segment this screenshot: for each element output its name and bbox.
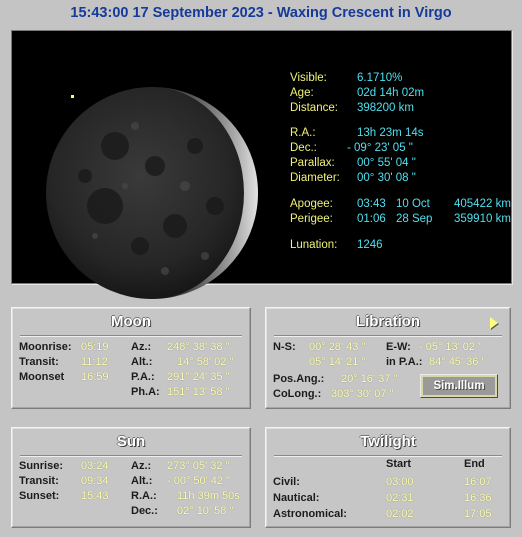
sun-ra-value: 11h 39m 50s [177,490,240,502]
ra-label: R.A.: [290,127,316,139]
nautical-start: 02:31 [386,492,414,504]
twilight-box: Twilight Start End Civil: 03:00 16:07 Na… [265,427,511,528]
sunrise-label: Sunrise: [19,460,64,472]
twilight-box-title: Twilight [360,433,416,450]
dec-label: Dec.: [290,142,317,154]
colong-value: 303° 30' 07 " [331,388,394,400]
sunset-label: Sunset: [19,490,60,502]
sun-az-value: 273° 05' 32 " [167,460,230,472]
civil-label: Civil: [273,476,300,488]
visible-value: 6.1710% [357,72,403,84]
moon-pha-value: 151° 13' 58 " [167,386,230,398]
moonrise-value: 05:19 [81,341,109,353]
perigee-time: 01:06 [357,213,386,225]
apogee-time: 03:43 [357,198,386,210]
perigee-date: 28 Sep [396,213,433,225]
libration-box: Libration N-S: 00° 28' 43 " E-W: - 05° 1… [265,307,511,409]
moonrise-label: Moonrise: [19,341,72,353]
ns2-value: 05° 14' 21 " [309,356,366,368]
sun-dec-label: Dec.: [131,505,158,517]
diameter-label: Diameter: [290,172,340,184]
colong-label: CoLong.: [273,388,322,400]
diameter-value: 00° 30' 08 " [357,172,416,184]
moon-box: Moon Moonrise: 05:19 Transit: 11:12 Moon… [11,307,251,409]
moon-pa-label: P.A.: [131,371,155,383]
end-header: End [464,458,485,470]
civil-start: 03:00 [386,476,414,488]
start-header: Start [386,458,412,470]
moon-az-label: Az.: [131,341,152,353]
divider [274,455,502,457]
inpa-value: 84° 45' 36 ' [429,356,484,368]
distance-value: 398200 km [357,102,414,114]
libration-box-title: Libration [355,313,421,330]
sun-az-label: Az.: [131,460,152,472]
ns-value: 00° 28' 43 " [309,341,366,353]
sunset-value: 15:43 [81,490,109,502]
moon-alt-value: 14° 58' 02 " [177,356,234,368]
dec-value: - 09° 23' 05 " [347,142,413,154]
window-title: 15:43:00 17 September 2023 - Waxing Cres… [70,5,452,21]
sun-box-title: Sun [116,433,146,450]
sunrise-value: 03:24 [81,460,109,472]
divider [274,335,502,337]
lunation-label: Lunation: [290,239,338,251]
lunation-value: 1246 [357,239,383,251]
sun-dec-value: 02° 10' 58 " [177,505,234,517]
apogee-date: 10 Oct [396,198,430,210]
age-label: Age: [290,87,314,99]
sun-alt-label: Alt.: [131,475,153,487]
posang-value: 20° 16' 37 " [341,373,398,385]
distance-label: Distance: [290,102,338,114]
nautical-end: 16:36 [464,492,492,504]
astronomical-label: Astronomical: [273,508,347,520]
moon-pa-value: 291° 24' 35 " [167,371,230,383]
moon-alt-label: Alt.: [131,356,153,368]
posang-label: Pos.Ang.: [273,373,325,385]
parallax-label: Parallax: [290,157,335,169]
play-icon[interactable] [490,317,498,329]
apogee-label: Apogee: [290,198,333,210]
astronomical-start: 02:02 [386,508,414,520]
moonset-label: Moonset [19,371,65,383]
visible-label: Visible: [290,72,327,84]
divider [20,335,242,337]
parallax-value: 00° 55' 04 " [357,157,416,169]
ns-label: N-S: [273,341,296,353]
moon-box-title: Moon [111,313,151,330]
sun-transit-value: 09:34 [81,475,109,487]
age-value: 02d 14h 02m [357,87,425,99]
sun-ra-label: R.A.: [131,490,157,502]
moonset-value: 16:59 [81,371,109,383]
civil-end: 16:07 [464,476,492,488]
sun-alt-value: - 00° 50' 42 " [167,475,230,487]
moon-view-panel: Visible: 6.1710% Age: 02d 14h 02m Distan… [11,30,512,299]
astronomical-end: 17:05 [464,508,492,520]
perigee-label: Perigee: [290,213,333,225]
sim-illum-button[interactable]: Sim.Illum [420,374,498,398]
perigee-distance: 359910 km [454,213,511,225]
moon-az-value: 248° 38' 38 " [167,341,230,353]
ew-label: E-W: [386,341,411,353]
moon-image [46,87,258,299]
apogee-distance: 405422 km [454,198,511,210]
nautical-label: Nautical: [273,492,320,504]
moon-pha-label: Ph.A: [131,386,160,398]
moon-transit-label: Transit: [19,356,59,368]
moon-transit-value: 11:12 [81,356,108,368]
inpa-label: in P.A.: [386,356,423,368]
divider [20,455,242,457]
sun-box: Sun Sunrise: 03:24 Transit: 09:34 Sunset… [11,427,251,528]
ra-value: 13h 23m 14s [357,127,424,139]
ew-value: - 05° 13' 02 ' [419,341,481,353]
sun-transit-label: Transit: [19,475,59,487]
